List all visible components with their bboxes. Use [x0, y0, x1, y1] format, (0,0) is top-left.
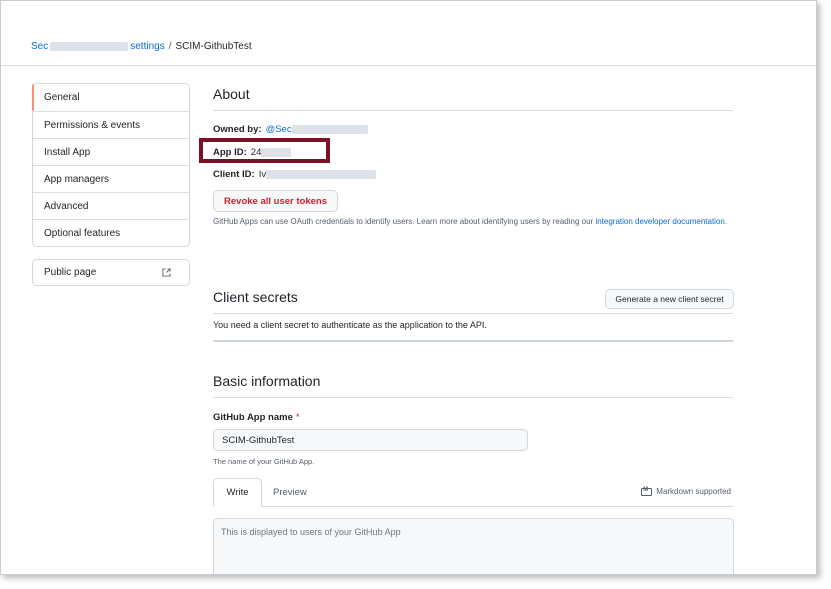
integration-docs-link[interactable]: integration developer documentation [595, 217, 724, 226]
app-name-input[interactable]: SCIM-GithubTest [213, 429, 528, 451]
client-secrets-bottom-divider [213, 340, 733, 342]
browser-frame: Sec settings / SCIM-GithubTest General Pe… [0, 0, 817, 575]
header-divider [1, 65, 816, 66]
settings-sidebar: General Permissions & events Install App… [32, 83, 190, 247]
tab-preview-label: Preview [273, 487, 307, 498]
tab-write-label: Write [226, 487, 249, 498]
sidebar-item-general[interactable]: General [32, 84, 189, 111]
redacted-owner [291, 125, 368, 134]
basic-info-divider [213, 397, 733, 398]
sidebar-item-advanced[interactable]: Advanced [33, 192, 189, 219]
breadcrumb: Sec settings / SCIM-GithubTest [31, 41, 252, 52]
client-secrets-heading: Client secrets [213, 289, 298, 305]
client-id-label: Client ID: [213, 169, 255, 180]
client-id-value: Iv [258, 169, 267, 180]
client-secrets-divider [213, 313, 733, 314]
breadcrumb-parent-prefix: Sec [31, 41, 49, 52]
app-name-label: GitHub App name * [213, 412, 300, 423]
oauth-help-text: GitHub Apps can use OAuth credentials to… [213, 215, 733, 228]
app-name-note: The name of your GitHub App. [213, 457, 315, 466]
generate-client-secret-button[interactable]: Generate a new client secret [605, 289, 734, 309]
sidebar-item-label: Optional features [44, 227, 121, 239]
sidebar-item-label: General [44, 92, 80, 103]
tab-write[interactable]: Write [213, 478, 262, 507]
sidebar-item-permissions-events[interactable]: Permissions & events [33, 111, 189, 138]
client-secrets-description: You need a client secret to authenticate… [213, 320, 487, 330]
breadcrumb-parent-link[interactable]: Sec settings [31, 41, 165, 52]
revoke-user-tokens-button[interactable]: Revoke all user tokens [213, 190, 338, 212]
oauth-help-body: GitHub Apps can use OAuth credentials to… [213, 217, 596, 226]
app-name-value: SCIM-GithubTest [222, 434, 295, 446]
sidebar-item-label: Permissions & events [44, 119, 141, 131]
required-marker: * [295, 412, 300, 423]
owned-by-label: Owned by: [213, 124, 262, 135]
description-textarea[interactable]: This is displayed to users of your GitHu… [213, 518, 734, 574]
owned-by-row: Owned by: @Sec [213, 124, 368, 135]
sidebar-item-label: Advanced [44, 200, 89, 212]
markdown-icon [641, 487, 653, 496]
sidebar-item-optional-features[interactable]: Optional features [33, 219, 189, 246]
breadcrumb-parent-suffix: settings [130, 41, 165, 52]
sidebar-item-label: Install App [44, 146, 91, 158]
owner-link[interactable]: @Sec [266, 124, 292, 135]
sidebar-item-app-managers[interactable]: App managers [33, 165, 189, 192]
public-page-link[interactable]: Public page [32, 259, 190, 286]
oauth-help-end: . [724, 217, 728, 226]
description-placeholder: This is displayed to users of your GitHu… [221, 527, 401, 537]
tab-preview[interactable]: Preview [273, 487, 307, 498]
tabs-divider [213, 506, 733, 507]
external-link-icon [162, 268, 171, 277]
app-id-highlight [199, 138, 330, 163]
redacted-org-name [50, 41, 129, 51]
sidebar-item-install-app[interactable]: Install App [33, 138, 189, 165]
public-page-label: Public page [44, 267, 97, 278]
breadcrumb-separator: / [168, 41, 172, 52]
sidebar-item-label: App managers [44, 173, 110, 185]
basic-info-heading: Basic information [213, 373, 321, 389]
markdown-supported[interactable]: Markdown supported [641, 487, 731, 496]
client-id-row: Client ID: Iv [213, 169, 377, 180]
about-divider [213, 110, 733, 111]
breadcrumb-current: SCIM-GithubTest [175, 41, 252, 52]
markdown-note: Markdown supported [656, 487, 731, 496]
redacted-client-id [266, 170, 377, 179]
about-heading: About [213, 86, 250, 102]
app-name-label-text: GitHub App name [213, 412, 293, 423]
